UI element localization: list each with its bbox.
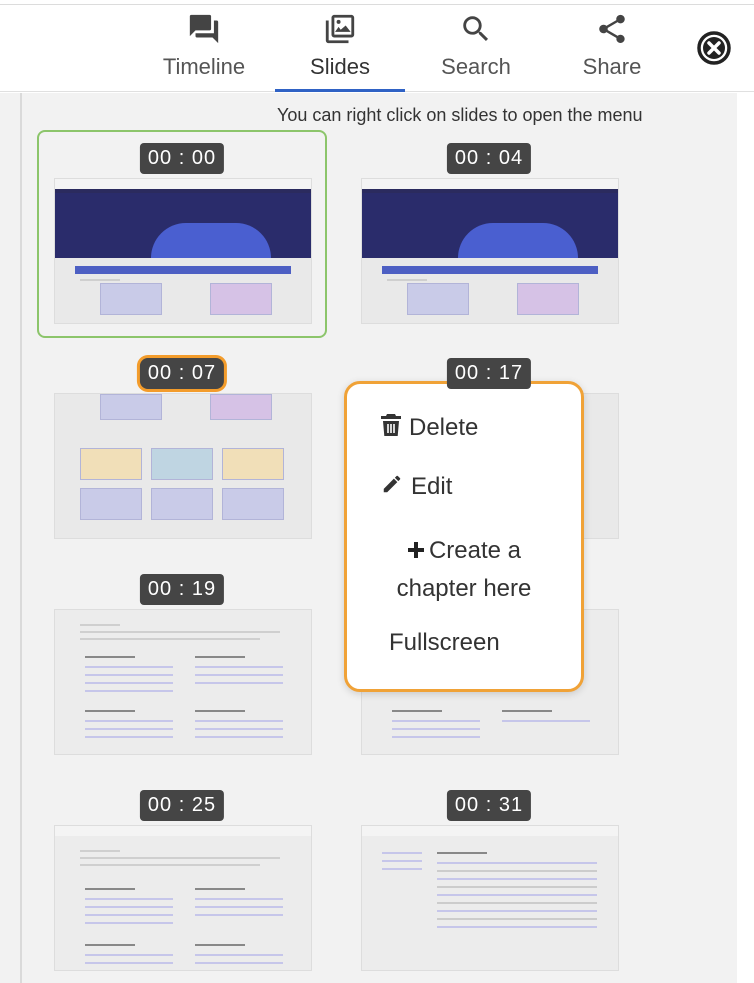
tab-slides-label: Slides bbox=[310, 54, 370, 79]
chat-icon bbox=[187, 10, 221, 48]
slide-context-menu: Delete Edit Create a chapter here Fullsc… bbox=[344, 381, 584, 692]
fullscreen-menu-item[interactable]: Fullscreen bbox=[389, 629, 623, 657]
slide-item[interactable]: 00 : 31 bbox=[346, 779, 632, 983]
panel-divider bbox=[20, 93, 22, 983]
trash-icon bbox=[381, 414, 401, 443]
slide-item[interactable]: 00 : 07 bbox=[39, 347, 325, 551]
tab-search[interactable]: Search bbox=[411, 10, 541, 92]
slide-timestamp: 00 : 07 bbox=[139, 358, 225, 389]
tab-share-label: Share bbox=[582, 54, 642, 79]
slide-thumbnail bbox=[54, 178, 312, 324]
top-tab-bar: Timeline Slides Search Share bbox=[0, 0, 754, 92]
top-divider bbox=[0, 4, 754, 5]
search-icon bbox=[459, 10, 493, 48]
tab-share[interactable]: Share bbox=[547, 10, 677, 92]
slide-thumbnail bbox=[54, 393, 312, 539]
right-click-hint: You can right click on slides to open th… bbox=[277, 105, 643, 125]
pencil-icon bbox=[381, 473, 403, 502]
tab-search-label: Search bbox=[441, 54, 511, 79]
slides-icon bbox=[323, 10, 357, 48]
panel-scrollbar-track[interactable] bbox=[737, 93, 754, 983]
plus-icon bbox=[407, 533, 425, 570]
slide-timestamp: 00 : 00 bbox=[139, 143, 225, 174]
slide-thumbnail bbox=[361, 178, 619, 324]
slide-item[interactable]: 00 : 04 bbox=[346, 132, 632, 336]
fullscreen-label: Fullscreen bbox=[389, 629, 500, 656]
tab-slides[interactable]: Slides bbox=[275, 10, 405, 92]
slide-timestamp: 00 : 19 bbox=[139, 574, 225, 605]
edit-menu-item[interactable]: Edit bbox=[381, 473, 615, 502]
delete-label: Delete bbox=[409, 414, 479, 441]
slide-timestamp: 00 : 04 bbox=[446, 143, 532, 174]
slide-thumbnail bbox=[54, 825, 312, 971]
create-chapter-menu-item[interactable]: Create a chapter here bbox=[347, 532, 581, 607]
slide-item[interactable]: 00 : 00 bbox=[37, 130, 327, 338]
tab-timeline-label: Timeline bbox=[162, 54, 246, 79]
close-icon[interactable] bbox=[695, 29, 733, 67]
slide-item[interactable]: 00 : 25 bbox=[39, 779, 325, 983]
slide-thumbnail bbox=[54, 609, 312, 755]
delete-menu-item[interactable]: Delete bbox=[381, 414, 615, 443]
slide-item[interactable]: 00 : 19 bbox=[39, 563, 325, 767]
slide-timestamp: 00 : 17 bbox=[446, 358, 532, 389]
slide-timestamp: 00 : 31 bbox=[446, 790, 532, 821]
slide-thumbnail bbox=[361, 825, 619, 971]
share-icon bbox=[595, 10, 629, 48]
edit-label: Edit bbox=[411, 473, 453, 500]
tab-timeline[interactable]: Timeline bbox=[139, 10, 269, 92]
slide-timestamp: 00 : 25 bbox=[139, 790, 225, 821]
